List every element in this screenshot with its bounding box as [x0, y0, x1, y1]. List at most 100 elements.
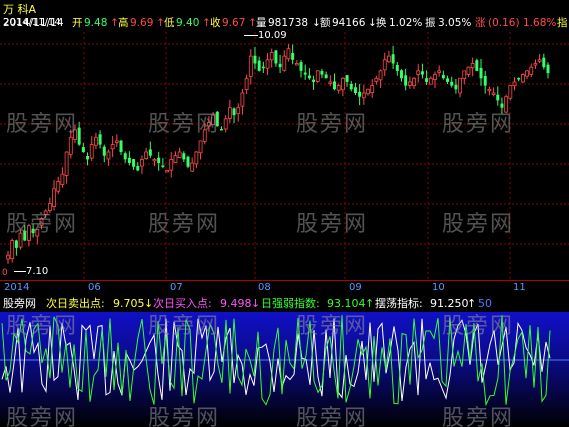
candle-body	[198, 140, 203, 154]
stock-chart-window: { "header": { "stock_name": "万 科A", "dat…	[0, 0, 569, 427]
buy-arrow: ↓	[251, 297, 261, 310]
candle-body	[512, 81, 517, 87]
watermark: 股旁网	[148, 314, 221, 339]
candle-body	[412, 77, 416, 86]
candle-body	[450, 81, 454, 86]
candle-body	[303, 72, 307, 75]
time-label-10: 10	[432, 282, 445, 293]
candle-body	[441, 74, 445, 79]
candle-body	[533, 63, 538, 66]
candle-body	[227, 107, 232, 119]
candle-body	[328, 81, 333, 84]
candle-body	[152, 158, 157, 162]
time-label-08: 08	[258, 282, 271, 293]
candle-body	[425, 78, 429, 82]
candle-body	[529, 66, 534, 75]
corner-marker: 0	[2, 268, 8, 278]
candle-body	[278, 63, 282, 68]
candle-body	[399, 70, 403, 79]
candlestick-chart[interactable]	[0, 0, 569, 296]
candle-body	[86, 156, 90, 160]
candle-body	[420, 71, 424, 75]
candle-body	[324, 74, 328, 79]
candle-body	[232, 108, 236, 116]
candle-body	[291, 52, 295, 60]
candle-body	[169, 158, 174, 171]
candle-body	[148, 149, 152, 156]
candle-body	[244, 77, 249, 90]
candle-body	[132, 159, 136, 167]
candle-body	[10, 240, 15, 260]
candle-body	[161, 165, 165, 167]
candle-body	[77, 127, 81, 145]
candle-body	[542, 57, 546, 68]
candle-body	[157, 157, 161, 164]
watermark: 股旁网	[148, 112, 221, 137]
candle-body	[89, 144, 94, 159]
candle-body	[336, 85, 341, 91]
candle-body	[483, 76, 487, 86]
candle-body	[508, 85, 513, 99]
candle-body	[294, 63, 299, 66]
candle-body	[14, 240, 18, 248]
candle-body	[454, 84, 458, 90]
watermark: 股旁网	[6, 112, 79, 137]
sell-value: 9.705	[113, 297, 145, 310]
candle-body	[68, 136, 73, 155]
candle-body	[119, 140, 123, 152]
candle-body	[378, 70, 383, 81]
candle-body	[219, 128, 223, 131]
candle-body	[240, 92, 245, 107]
candle-body	[458, 77, 462, 94]
candle-body	[6, 254, 10, 260]
candle-body	[236, 107, 241, 115]
candle-body	[140, 158, 144, 167]
watermark: 股旁网	[442, 212, 515, 237]
candle-body	[491, 92, 496, 95]
candle-body	[517, 78, 521, 80]
candle-body	[437, 70, 442, 73]
candle-body	[182, 153, 186, 160]
candle-body	[106, 151, 111, 160]
candle-body	[315, 70, 320, 82]
candle-body	[374, 77, 379, 82]
watermark: 股旁网	[148, 406, 221, 427]
candle-body	[94, 136, 98, 146]
candle-body	[186, 156, 190, 167]
candle-body	[102, 146, 106, 156]
candle-body	[340, 77, 345, 91]
candle-body	[98, 134, 102, 145]
candle-body	[282, 55, 287, 71]
candle-body	[395, 64, 399, 71]
candle-body	[248, 55, 253, 77]
candle-body	[349, 83, 353, 90]
time-axis: 2014 06 07 08 09 10 11	[0, 280, 569, 297]
candle-body	[496, 94, 500, 101]
candle-body	[520, 74, 525, 83]
swing-label: 摆荡指标:	[375, 297, 423, 310]
watermark: 股旁网	[296, 406, 369, 427]
candle-body	[165, 170, 169, 173]
candle-body	[136, 165, 140, 171]
watermark: 股旁网	[296, 212, 369, 237]
candle-body	[261, 66, 265, 69]
candle-body	[475, 60, 479, 71]
candle-body	[391, 54, 395, 64]
candle-body	[114, 140, 119, 143]
watermark: 股旁网	[6, 314, 79, 339]
candle-body	[462, 70, 467, 80]
candle-body	[144, 151, 149, 160]
candle-body	[525, 70, 529, 77]
watermark: 股旁网	[6, 212, 79, 237]
candle-body	[333, 81, 337, 90]
candle-body	[345, 75, 349, 82]
candle-body	[64, 151, 69, 176]
watermark: 股旁网	[442, 112, 515, 137]
candle-body	[194, 151, 199, 165]
high-marker: 10.09	[244, 30, 287, 41]
time-label-2014: 2014	[4, 282, 30, 293]
candle-body	[428, 77, 433, 85]
watermark: 股旁网	[6, 406, 79, 427]
candle-body	[537, 59, 542, 62]
candle-body	[416, 70, 421, 75]
